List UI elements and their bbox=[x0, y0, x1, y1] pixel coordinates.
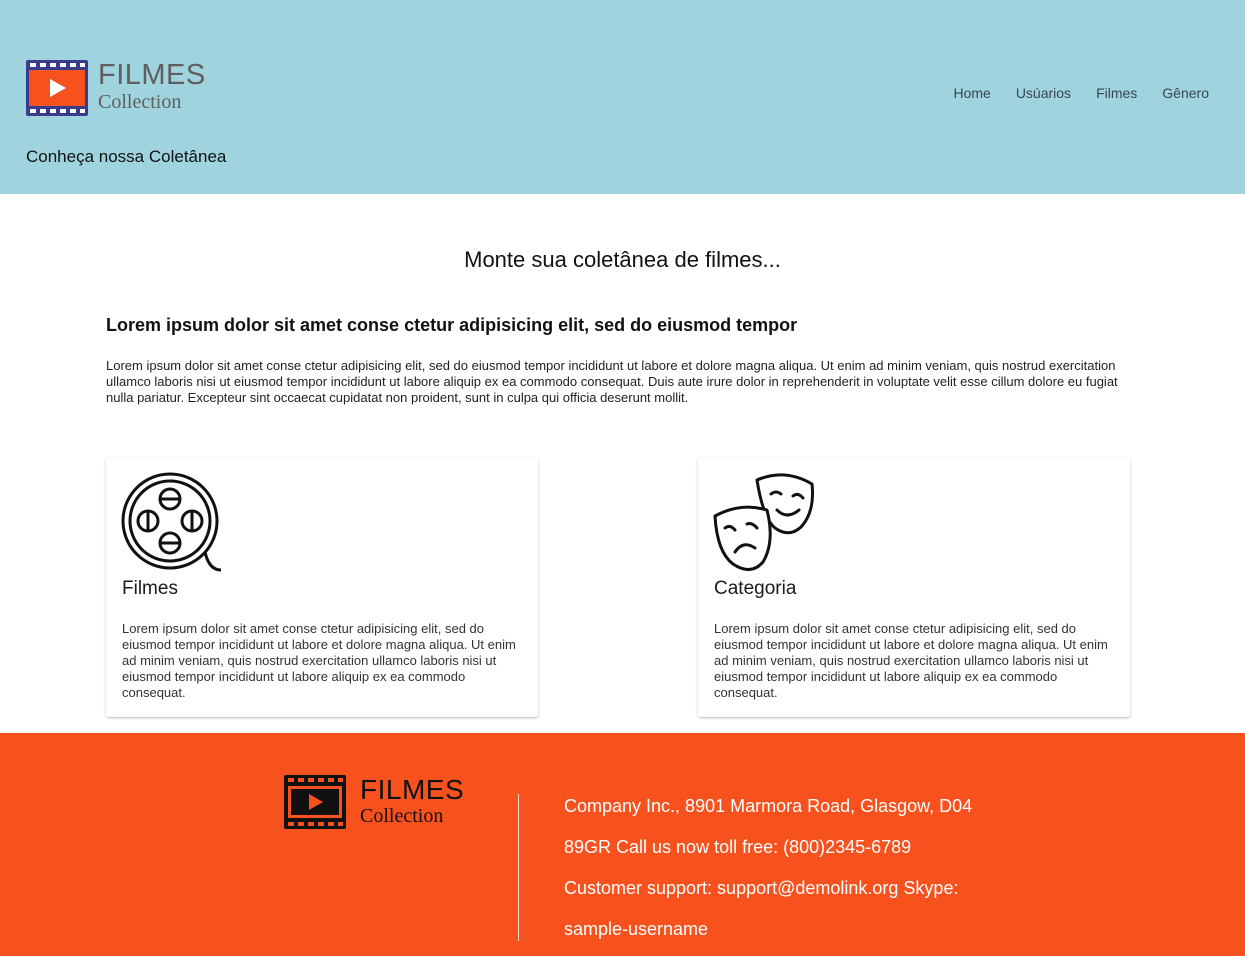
nav-genero[interactable]: Gênero bbox=[1162, 85, 1209, 101]
footer-skype-line: sample-username bbox=[564, 919, 709, 939]
intro-paragraph: Lorem ipsum dolor sit amet conse ctetur … bbox=[106, 358, 1118, 405]
footer-support-line[interactable]: Customer support: support@demolink.org S… bbox=[564, 868, 972, 909]
film-reel-icon bbox=[121, 472, 222, 572]
card-filmes: Filmes Lorem ipsum dolor sit amet conse … bbox=[106, 458, 538, 717]
card-title: Categoria bbox=[714, 578, 797, 599]
card-text: Lorem ipsum dolor sit amet conse ctetur … bbox=[122, 621, 516, 700]
nav-home[interactable]: Home bbox=[953, 85, 990, 101]
footer-phone-line: 89GR Call us now toll free: (800)2345-67… bbox=[564, 837, 912, 857]
footer-logo[interactable]: FILMES Collection bbox=[284, 775, 464, 829]
page-title: Monte sua coletânea de filmes... bbox=[464, 247, 781, 272]
theater-masks-icon bbox=[713, 473, 814, 571]
card-title: Filmes bbox=[122, 578, 178, 599]
logo-subtitle: Collection bbox=[98, 91, 182, 113]
film-play-icon bbox=[284, 775, 346, 829]
card-categoria: Categoria Lorem ipsum dolor sit amet con… bbox=[698, 458, 1130, 717]
header-tagline: Conheça nossa Coletânea bbox=[26, 147, 227, 166]
footer-contact-info: Company Inc., 8901 Marmora Road, Glasgow… bbox=[564, 786, 972, 950]
footer-address-line: Company Inc., 8901 Marmora Road, Glasgow… bbox=[564, 796, 973, 816]
site-header: FILMES Collection Home Usúarios Filmes G… bbox=[0, 0, 1245, 194]
nav-usuarios[interactable]: Usúarios bbox=[1016, 85, 1071, 101]
logo-title: FILMES bbox=[98, 59, 206, 91]
footer-logo-subtitle: Collection bbox=[360, 805, 444, 827]
site-logo[interactable]: FILMES Collection bbox=[26, 60, 206, 116]
site-footer: FILMES Collection Company Inc., 8901 Mar… bbox=[0, 733, 1245, 956]
film-play-icon bbox=[26, 60, 88, 116]
card-text: Lorem ipsum dolor sit amet conse ctetur … bbox=[714, 621, 1108, 700]
footer-logo-title: FILMES bbox=[360, 774, 465, 805]
main-nav: Home Usúarios Filmes Gênero bbox=[953, 85, 1209, 101]
footer-divider bbox=[518, 794, 519, 941]
section-subheading: Lorem ipsum dolor sit amet conse ctetur … bbox=[106, 315, 798, 335]
nav-filmes[interactable]: Filmes bbox=[1096, 85, 1137, 101]
